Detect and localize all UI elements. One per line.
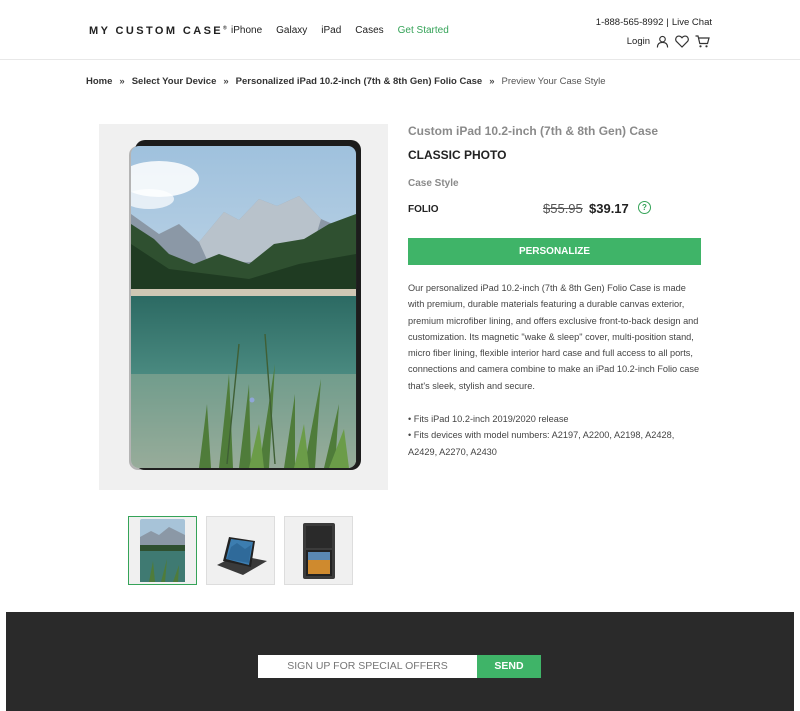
thumbnail-front[interactable] (128, 516, 197, 585)
product-image[interactable] (99, 124, 388, 490)
original-price: $55.95 (543, 201, 583, 216)
phone-number[interactable]: 1-888-565-8992 (596, 17, 664, 28)
heart-icon[interactable] (675, 35, 689, 48)
thumbnail-open-image (303, 523, 335, 579)
user-icon[interactable] (656, 35, 669, 48)
breadcrumb-separator: » (119, 76, 125, 87)
sale-price: $39.17 (589, 201, 629, 216)
user-bar: Login (627, 35, 710, 48)
breadcrumb-separator: » (489, 76, 495, 87)
site-header: MY CUSTOM CASE® iPhone Galaxy iPad Cases… (0, 0, 800, 60)
live-chat-link[interactable]: Live Chat (672, 17, 712, 28)
product-info: Custom iPad 10.2-inch (7th & 8th Gen) Ca… (408, 124, 703, 460)
thumbnail-open[interactable] (284, 516, 353, 585)
nav-galaxy[interactable]: Galaxy (276, 25, 307, 36)
thumbnail-list (128, 516, 353, 585)
send-button[interactable]: SEND (477, 655, 541, 678)
thumbnail-stand-image (217, 537, 267, 575)
breadcrumb-product[interactable]: Personalized iPad 10.2-inch (7th & 8th G… (236, 76, 483, 87)
breadcrumb-separator: » (223, 76, 229, 87)
list-item: • Fits iPad 10.2-inch 2019/2020 release (408, 414, 569, 425)
nav-ipad[interactable]: iPad (321, 25, 341, 36)
price-row: FOLIO $55.95 $39.17 ? (408, 201, 703, 219)
newsletter-email-input[interactable] (258, 655, 477, 678)
compatibility-list: • Fits iPad 10.2-inch 2019/2020 release … (408, 411, 703, 460)
thumbnail-stand[interactable] (206, 516, 275, 585)
help-icon[interactable]: ? (638, 201, 651, 214)
product-subtitle: Custom iPad 10.2-inch (7th & 8th Gen) Ca… (408, 124, 659, 138)
personalize-button[interactable]: PERSONALIZE (408, 238, 701, 265)
breadcrumb-current: Preview Your Case Style (501, 76, 606, 87)
product-description: Our personalized iPad 10.2-inch (7th & 8… (408, 283, 700, 391)
divider: | (666, 17, 669, 28)
nav-cases[interactable]: Cases (355, 25, 383, 36)
case-style-label: Case Style (408, 178, 459, 189)
nav-iphone[interactable]: iPhone (231, 25, 262, 36)
login-link[interactable]: Login (627, 36, 650, 47)
breadcrumb: Home » Select Your Device » Personalized… (86, 76, 606, 87)
main-nav: iPhone Galaxy iPad Cases Get Started (231, 25, 449, 36)
breadcrumb-home[interactable]: Home (86, 76, 112, 87)
case-style-value[interactable]: FOLIO (408, 204, 439, 215)
nav-get-started[interactable]: Get Started (398, 25, 449, 36)
breadcrumb-select-device[interactable]: Select Your Device (132, 76, 217, 87)
cart-icon[interactable] (695, 35, 710, 48)
folio-case-photo (129, 140, 361, 470)
logo[interactable]: MY CUSTOM CASE® (89, 25, 227, 37)
contact-bar: 1-888-565-8992 | Live Chat (596, 17, 712, 28)
product-title: CLASSIC PHOTO (408, 148, 507, 162)
thumbnail-front-image (140, 519, 185, 582)
list-item: • Fits devices with model numbers: A2197… (408, 430, 675, 457)
